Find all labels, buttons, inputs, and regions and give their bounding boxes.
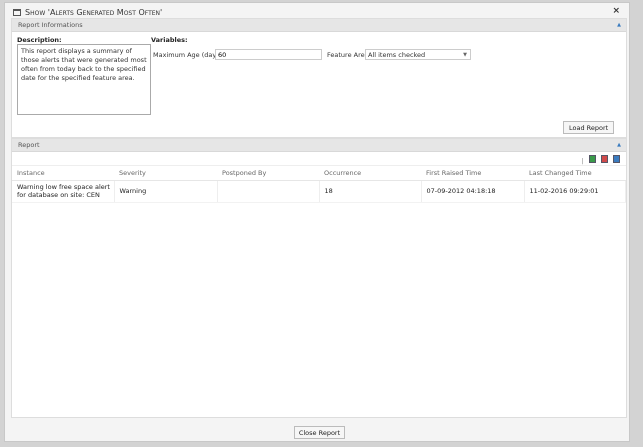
report-informations-panel: Report Informations ▲ Description: This r… [11,18,627,138]
description-label: Description: [17,36,62,44]
column-header-postponed-by[interactable]: Postponed By [217,166,319,181]
report-table: Instance Severity Postponed By Occurrenc… [12,166,626,203]
report-dialog: Show 'Alerts Generated Most Often' × Rep… [4,2,630,442]
panel-header[interactable]: Report ▲ [12,139,626,152]
variables-label: Variables: [151,36,188,44]
max-age-label: Maximum Age (days) [153,51,223,59]
report-panel: Report ▲ | Instance Severity Postponed By… [11,138,627,418]
feature-area-select[interactable]: All items checked ▼ [365,49,471,60]
panel-header[interactable]: Report Informations ▲ [12,19,626,32]
column-header-severity[interactable]: Severity [114,166,217,181]
cell-last-changed: 11-02-2016 09:29:01 [524,180,626,203]
column-header-first-raised[interactable]: First Raised Time [421,166,524,181]
panel-title: Report [18,141,40,149]
cell-postponed-by [217,180,320,203]
column-header-instance[interactable]: Instance [12,166,114,181]
cell-instance: Warning low free space alert for databas… [12,180,115,203]
collapse-icon[interactable]: ▲ [617,139,621,152]
chevron-down-icon[interactable]: ▼ [463,50,467,60]
toolbar-separator: | [581,157,584,165]
collapse-icon[interactable]: ▲ [617,19,621,32]
window-icon [13,9,21,16]
export-pdf-icon[interactable] [600,155,608,163]
description-text: This report displays a summary of those … [17,44,151,115]
close-report-button[interactable]: Close Report [294,426,345,439]
load-report-button[interactable]: Load Report [563,121,615,134]
feature-area-value: All items checked [368,51,426,59]
close-icon[interactable]: × [612,6,620,16]
dialog-title-text: Show 'Alerts Generated Most Often' [25,8,163,17]
cell-first-raised: 07-09-2012 04:18:18 [421,180,525,203]
max-age-input[interactable] [215,49,322,60]
column-header-occurrence[interactable]: Occurrence [319,166,421,181]
table-row[interactable]: Warning low free space alert for databas… [12,180,626,203]
export-excel-icon[interactable] [588,155,596,163]
cell-occurrence: 18 [319,180,422,203]
export-csv-icon[interactable] [613,155,620,163]
panel-title: Report Informations [18,21,83,29]
column-header-last-changed[interactable]: Last Changed Time [524,166,626,181]
feature-area-label: Feature Area [327,51,369,59]
cell-severity: Warning [114,180,218,203]
export-toolbar: | [12,152,626,166]
